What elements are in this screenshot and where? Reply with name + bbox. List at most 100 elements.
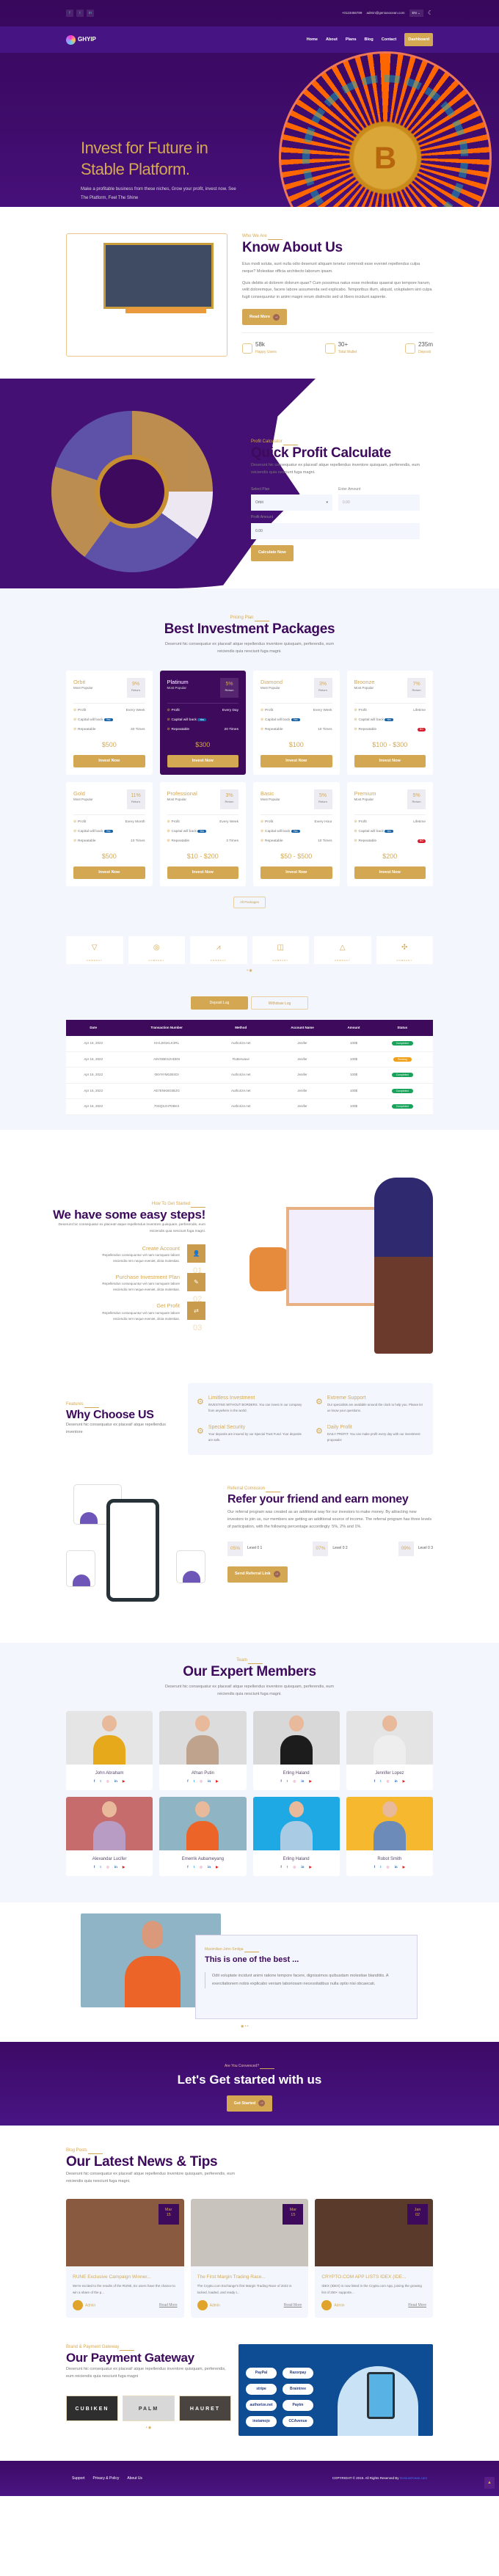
invest-now-button[interactable]: Invest Now: [354, 754, 426, 767]
twitter-icon[interactable]: t: [194, 1865, 195, 1870]
feature-label: ⊘ Capital will back Yes: [73, 829, 113, 834]
facebook-icon[interactable]: f: [374, 1865, 376, 1870]
step-description: Repellendus consequuntur vel nam numquam…: [102, 1282, 180, 1292]
instagram-icon[interactable]: ◎: [293, 1865, 296, 1870]
news-title[interactable]: RUNE Exclusive Campaign Winner...: [73, 2274, 178, 2281]
language-select[interactable]: EN ⌄: [409, 9, 423, 18]
instagram-icon[interactable]: ◎: [387, 1865, 390, 1870]
twitter-icon[interactable]: t: [100, 1779, 101, 1784]
invest-now-button[interactable]: Invest Now: [354, 866, 426, 879]
theme-toggle-icon[interactable]: ☾: [428, 9, 433, 18]
invest-now-button[interactable]: Invest Now: [73, 866, 145, 879]
footer-link-support[interactable]: Support: [72, 2476, 85, 2482]
instagram-icon[interactable]: ◎: [200, 1865, 203, 1870]
facebook-icon[interactable]: f: [94, 1779, 95, 1784]
dashboard-button[interactable]: Dashboard: [404, 33, 433, 46]
linkedin-icon[interactable]: in: [114, 1865, 117, 1870]
table-row: Apr 16, 2022 A9VGBESJHDEN Flutterwave Jenif…: [66, 1051, 433, 1068]
twitter-icon[interactable]: t: [380, 1779, 382, 1784]
amount-input[interactable]: 0.00: [338, 495, 420, 511]
twitter-icon[interactable]: t: [287, 1865, 288, 1870]
testimonial-dots[interactable]: ◉ • •: [241, 2024, 249, 2030]
brand-logo: ▽ COMPANY: [66, 936, 123, 965]
nav-contact[interactable]: Contact: [382, 37, 396, 43]
read-more-link[interactable]: Read More: [408, 2303, 426, 2309]
facebook-icon[interactable]: f: [374, 1779, 376, 1784]
youtube-icon[interactable]: ▶: [216, 1865, 218, 1870]
tab-withdraw-log[interactable]: Withdraw Log: [251, 996, 308, 1010]
twitter-icon[interactable]: t: [76, 10, 84, 17]
twitter-icon[interactable]: t: [287, 1779, 288, 1784]
scroll-to-top-button[interactable]: ▲: [484, 2477, 495, 2489]
instagram-icon[interactable]: ◎: [106, 1865, 109, 1870]
invest-now-button[interactable]: Invest Now: [73, 754, 145, 767]
calculate-now-button[interactable]: Calculate Now: [251, 544, 294, 561]
member-social: f t ◎ in ▶: [66, 1863, 153, 1876]
nav-blog[interactable]: Blog: [365, 37, 374, 43]
tab-deposit-log[interactable]: Deposit Log: [191, 996, 248, 1010]
nav-about[interactable]: About: [326, 37, 338, 43]
instagram-icon[interactable]: ◎: [106, 1779, 109, 1784]
facebook-icon[interactable]: f: [66, 10, 73, 17]
youtube-icon[interactable]: ▶: [403, 1779, 405, 1784]
table-cell: 100$: [335, 1051, 372, 1068]
read-more-button[interactable]: Read More →: [242, 309, 288, 326]
table-row: Apr 16, 2022 AE7ENKBG0BJG Authorize.net Jen…: [66, 1083, 433, 1100]
level-label: Level 0 1: [247, 1545, 263, 1550]
all-packages-button[interactable]: All Packages: [233, 896, 266, 909]
facebook-icon[interactable]: f: [280, 1865, 282, 1870]
carousel-dots[interactable]: • ◉: [66, 2426, 231, 2431]
phone-link[interactable]: +0123456789: [342, 11, 363, 16]
nav-home[interactable]: Home: [307, 37, 318, 43]
send-referral-link-button[interactable]: Send Referral Link →: [227, 1566, 288, 1583]
linkedin-icon[interactable]: in: [301, 1865, 304, 1870]
get-started-button[interactable]: Get Started →: [226, 2095, 273, 2112]
youtube-icon[interactable]: ▶: [123, 1865, 125, 1870]
linkedin-icon[interactable]: in: [395, 1779, 398, 1784]
plan-feature-row: ⊘ Profit Every Day: [167, 708, 239, 713]
invest-now-button[interactable]: Invest Now: [167, 866, 238, 879]
youtube-icon[interactable]: ▶: [216, 1779, 218, 1784]
member-shirt: [280, 1821, 313, 1851]
facebook-icon[interactable]: f: [94, 1865, 95, 1870]
linkedin-icon[interactable]: in: [301, 1779, 304, 1784]
invest-now-button[interactable]: Invest Now: [261, 866, 332, 879]
plan-select[interactable]: Orbit ▾: [251, 495, 332, 511]
invest-now-button[interactable]: Invest Now: [261, 754, 332, 767]
button-label: Get Started: [233, 2101, 256, 2106]
linkedin-icon[interactable]: in: [87, 10, 94, 17]
instagram-icon[interactable]: ◎: [387, 1779, 390, 1784]
copyright-link[interactable]: GeniusOcean.com: [400, 2476, 427, 2480]
twitter-icon[interactable]: t: [380, 1865, 382, 1870]
instagram-icon[interactable]: ◎: [200, 1779, 203, 1784]
youtube-icon[interactable]: ▶: [403, 1865, 405, 1870]
read-more-link[interactable]: Read More: [284, 2303, 302, 2309]
news-title[interactable]: CRYPTO.COM APP LISTS IDEX (IDE...: [321, 2274, 426, 2281]
footer-link-about[interactable]: About Us: [127, 2476, 142, 2482]
nav-plans[interactable]: Plans: [346, 37, 357, 43]
youtube-icon[interactable]: ▶: [309, 1865, 311, 1870]
invest-now-button[interactable]: Invest Now: [167, 754, 238, 767]
email-link[interactable]: admin@geniusocean.com: [366, 11, 404, 16]
linkedin-icon[interactable]: in: [208, 1779, 211, 1784]
facebook-icon[interactable]: f: [187, 1779, 189, 1784]
phone-illustration: [106, 1498, 159, 1602]
read-more-link[interactable]: Read More: [159, 2303, 178, 2309]
news-title[interactable]: The First Margin Trading Race...: [197, 2274, 302, 2281]
linkedin-icon[interactable]: in: [395, 1865, 398, 1870]
youtube-icon[interactable]: ▶: [123, 1779, 125, 1784]
carousel-dots[interactable]: • ◉: [66, 968, 433, 974]
feature-value: Every Week: [313, 708, 332, 712]
logo[interactable]: GHYIP: [66, 34, 96, 45]
facebook-icon[interactable]: f: [187, 1865, 189, 1870]
footer-link-privacy[interactable]: Privacy & Policy: [93, 2476, 120, 2482]
linkedin-icon[interactable]: in: [114, 1779, 117, 1784]
youtube-icon[interactable]: ▶: [309, 1779, 311, 1784]
twitter-icon[interactable]: t: [100, 1865, 101, 1870]
instagram-icon[interactable]: ◎: [293, 1779, 296, 1784]
facebook-icon[interactable]: f: [280, 1779, 282, 1784]
profit-amount-field[interactable]: 0.00: [251, 522, 420, 539]
twitter-icon[interactable]: t: [194, 1779, 195, 1784]
linkedin-icon[interactable]: in: [208, 1865, 211, 1870]
feature-label: ⊘ Capital will back Yes: [261, 718, 300, 723]
